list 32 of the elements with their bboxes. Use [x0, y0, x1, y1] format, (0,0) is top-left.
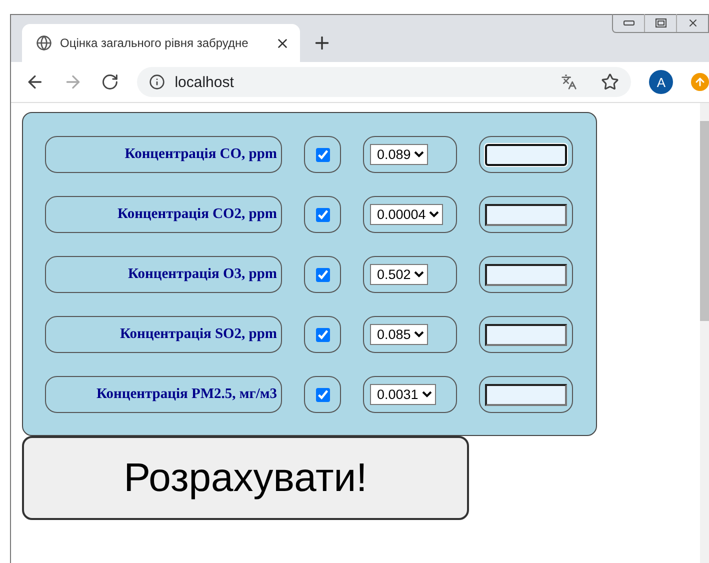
profile-avatar[interactable]: A: [649, 70, 674, 94]
input-field[interactable]: [485, 204, 567, 226]
field-label: Концентрація CO, ppm: [45, 136, 282, 173]
calculate-button[interactable]: Розрахувати!: [22, 436, 469, 520]
tab-title: Оцінка загального рівня забрудне: [60, 36, 250, 50]
input-field[interactable]: [485, 324, 567, 346]
browser-tab[interactable]: Оцінка загального рівня забрудне: [22, 24, 300, 62]
input-field[interactable]: [485, 384, 567, 406]
star-icon[interactable]: [601, 73, 620, 91]
value-dropdown[interactable]: 0.089: [370, 144, 428, 165]
globe-icon: [36, 35, 52, 51]
reload-icon[interactable]: [100, 73, 119, 91]
field-label: Концентрація SO2, ppm: [45, 316, 282, 353]
checkbox[interactable]: [316, 388, 330, 402]
value-dropdown[interactable]: 0.00004: [370, 204, 443, 225]
checkbox[interactable]: [316, 208, 330, 222]
checkbox[interactable]: [316, 148, 330, 162]
input-field[interactable]: [485, 144, 567, 166]
url-text: localhost: [174, 74, 235, 90]
input-field[interactable]: [485, 264, 567, 286]
value-dropdown[interactable]: 0.0031: [370, 384, 436, 405]
checkbox[interactable]: [316, 268, 330, 282]
info-icon: [148, 74, 165, 90]
field-label: Концентрація O3, ppm: [45, 256, 282, 293]
field-label: Концентрація CO2, ppm: [45, 196, 282, 233]
translate-icon[interactable]: [561, 74, 578, 90]
scrollbar[interactable]: [700, 103, 709, 563]
address-bar[interactable]: localhost: [136, 67, 632, 97]
value-dropdown[interactable]: 0.085: [370, 324, 428, 345]
field-label: Концентрація PM2.5, мг/м3: [45, 376, 282, 413]
checkbox[interactable]: [316, 328, 330, 342]
value-dropdown[interactable]: 0.502: [370, 264, 428, 285]
